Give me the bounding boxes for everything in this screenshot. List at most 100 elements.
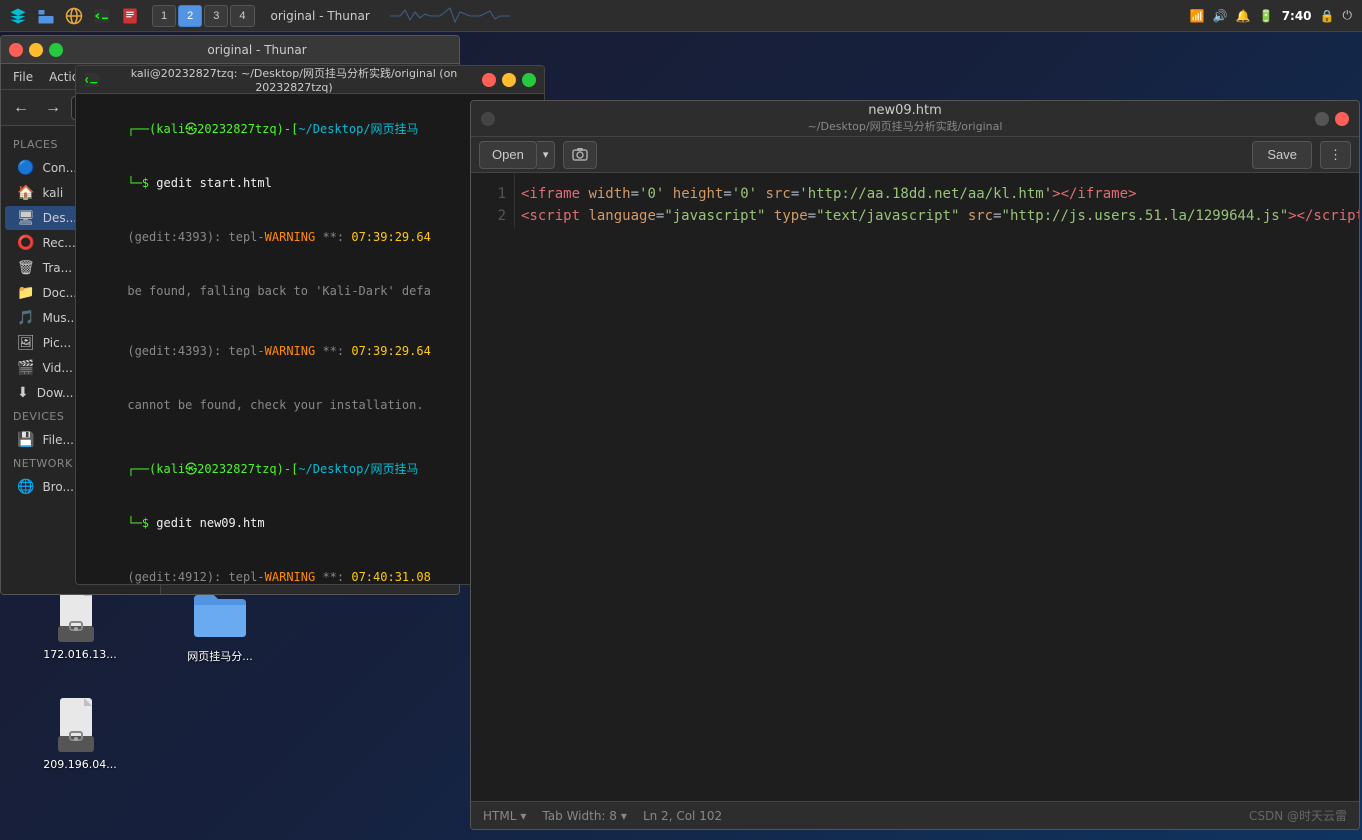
term-cmd-2: gedit new09.htm [156,516,264,530]
terminal-win-buttons [482,73,536,87]
home-icon: 🏠 [17,185,34,201]
position-label: Ln 2, Col 102 [643,809,722,823]
gedit-menu-button[interactable]: ⋮ [1320,141,1351,169]
term-dir-2: ~/Desktop/网页挂马 [298,462,418,476]
forward-button[interactable]: → [39,94,67,122]
term-time-3: 07:40:31.08 [351,570,430,584]
term-line-7: ┌──(kali㉿20232827tzq)-[~/Desktop/网页挂马 [84,442,536,496]
file-icon-2-label: 209.196.04... [43,758,116,771]
gedit-title: new09.htm [868,103,942,118]
browse-icon: 🌐 [17,479,34,495]
connect-label: Con... [42,161,77,175]
desktop-icon-3[interactable]: 209.196.04... [20,690,140,777]
connect-icon: 🔵 [17,160,34,176]
thunar-close-button[interactable] [9,43,23,57]
back-button[interactable]: ← [7,94,35,122]
term-cmd-1: gedit start.html [156,176,272,190]
gedit-minimize-button[interactable] [1315,112,1329,126]
code-line-2: <script language="javascript" type="text… [521,205,1349,227]
term-warn-1a: (gedit:4393): tepl- [127,230,264,244]
term-line-3: (gedit:4393): tepl-WARNING **: 07:39:29.… [84,210,536,264]
gedit-toolbar: Open ▾ Save ⋮ [471,137,1359,173]
home-label: kali [42,186,63,200]
term-warn-2b: WARNING [265,344,316,358]
open-btn-group: Open ▾ [479,141,555,169]
csdn-label: CSDN @时天云雷 [1249,807,1347,824]
taskbar: 1 2 3 4 original - Thunar 📶 🔊 🔔 🔋 7:40 🔒… [0,0,1362,32]
docs-icon: 📁 [17,285,34,301]
term-line-9: (gedit:4912): tepl-WARNING **: 07:40:31.… [84,550,536,584]
workspace-buttons: 1 2 3 4 [152,5,255,27]
lock-icon: 🔒 [1320,9,1335,23]
tab-width-status[interactable]: Tab Width: 8 ▾ [542,809,627,823]
lang-label: HTML [483,809,516,823]
term-dir-1: ~/Desktop/网页挂马 [298,122,418,136]
term-line-2: └─$ gedit start.html [84,156,536,210]
term-user-2: ┌──(kali㉿20232827tzq)-[ [127,462,298,476]
kali-icon[interactable] [6,4,30,28]
net-icon: 📶 [1190,9,1205,23]
files-icon[interactable] [34,4,58,28]
workspace-2-button[interactable]: 2 [178,5,202,27]
thunar-maximize-button[interactable] [49,43,63,57]
lang-status[interactable]: HTML ▾ [483,809,526,823]
gedit-icon[interactable] [118,4,142,28]
filesystem-label: File... [42,433,74,447]
gedit-close-button[interactable] [1335,112,1349,126]
docs-label: Doc... [42,286,77,300]
recent-icon: ⭕ [17,235,34,251]
taskbar-left: 1 2 3 4 [0,4,261,28]
downloads-icon: ⬇ [17,385,29,401]
thunar-menu-file[interactable]: File [5,68,41,86]
videos-label: Vid... [42,361,72,375]
workspace-3-button[interactable]: 3 [204,5,228,27]
workspace-1-button[interactable]: 1 [152,5,176,27]
file-icon-2 [52,696,108,752]
term-warn-2d: cannot be found, check your installation… [127,398,423,412]
music-icon: 🎵 [17,310,34,326]
thunar-minimize-button[interactable] [29,43,43,57]
taskbar-center [380,4,1180,27]
gedit-win-buttons-right [1315,112,1349,126]
thunar-title: original - Thunar [63,43,451,57]
terminal-icon[interactable] [90,4,114,28]
gedit-statusbar: HTML ▾ Tab Width: 8 ▾ Ln 2, Col 102 CSDN… [471,801,1359,829]
terminal-close-button[interactable] [482,73,496,87]
open-button[interactable]: Open [479,141,537,169]
save-button[interactable]: Save [1252,141,1312,169]
term-line-8: └─$ gedit new09.htm [84,496,536,550]
term-warn-3c: **: [315,570,351,584]
gedit-title-area: new09.htm ~/Desktop/网页挂马分析实践/original [495,103,1315,134]
term-warn-3a: (gedit:4912): tepl- [127,570,264,584]
line-num-2: 2 [471,205,506,227]
screenshot-button[interactable] [563,141,597,169]
term-prompt-2: └─$ [127,516,156,530]
gedit-editor[interactable]: 1 2 <iframe width='0' height='0' src='ht… [471,173,1359,801]
terminal-maximize-button[interactable] [522,73,536,87]
thunar-taskbar-item[interactable]: original - Thunar [261,9,380,23]
term-line-5: (gedit:4393): tepl-WARNING **: 07:39:29.… [84,324,536,378]
notify-icon: 🔔 [1236,9,1251,23]
term-warn-1c: **: [315,230,351,244]
filesystem-icon: 💾 [17,432,34,448]
workspace-4-button[interactable]: 4 [230,5,254,27]
file-icon-1-label: 172.016.13... [43,648,116,661]
thunar-win-buttons [9,43,63,57]
term-prompt-1: └─$ [127,176,156,190]
terminal-titlebar: kali@20232827tzq: ~/Desktop/网页挂马分析实践/ori… [76,66,544,94]
trash-label: Tra... [43,261,72,275]
battery-icon: 🔋 [1259,9,1274,23]
downloads-label: Dow... [37,386,74,400]
browser-icon[interactable] [62,4,86,28]
right-status: CSDN @时天云雷 [1249,807,1347,824]
lang-dropdown-icon: ▾ [520,809,526,823]
gedit-subtitle: ~/Desktop/网页挂马分析实践/original [808,118,1003,134]
gedit-button-left[interactable] [481,112,495,126]
term-time-2: 07:39:29.64 [351,344,430,358]
open-dropdown-button[interactable]: ▾ [537,141,556,169]
term-line-1: ┌──(kali㉿20232827tzq)-[~/Desktop/网页挂马 [84,102,536,156]
folder-icon-label: 网页挂马分... [187,648,253,664]
thunar-titlebar: original - Thunar [1,36,459,64]
terminal-minimize-button[interactable] [502,73,516,87]
desktop-icons-area: 172.016.13... 网页挂马分... 209.196.04... [20,580,280,777]
